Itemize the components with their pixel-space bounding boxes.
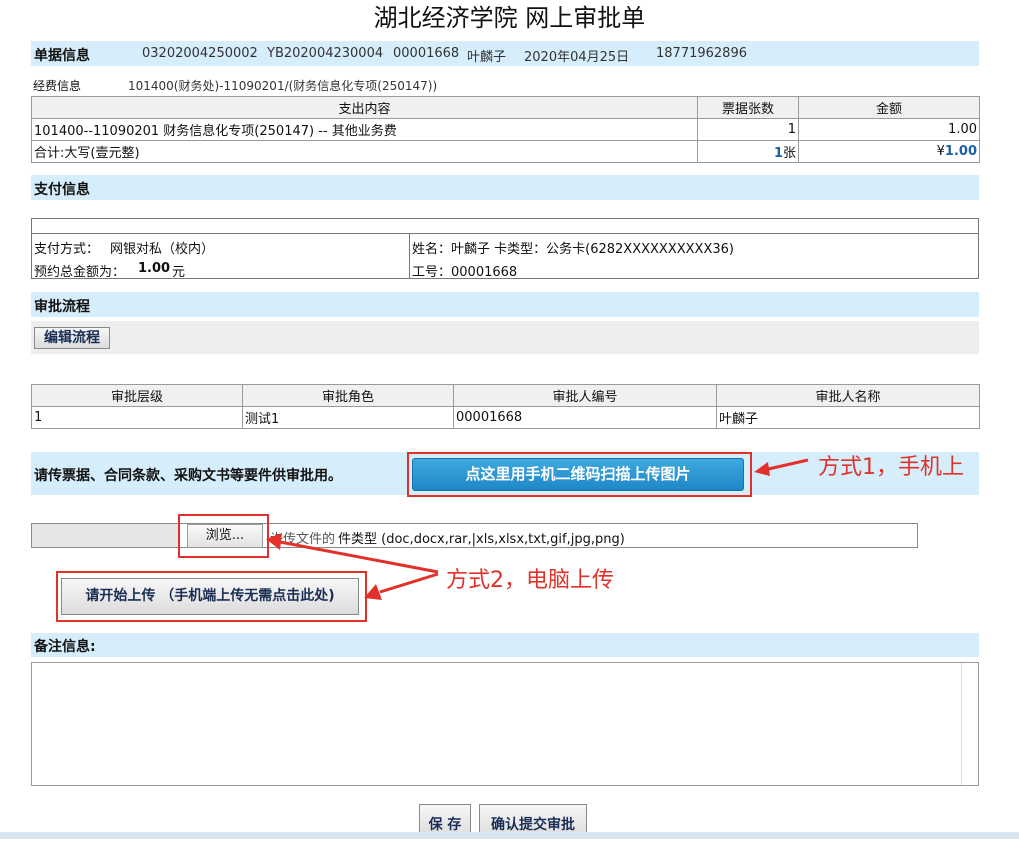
payment-band: 支付信息 — [31, 175, 979, 200]
payment-label: 支付信息 — [34, 182, 90, 198]
expense-table: 支出内容 票据张数 金额 101400--11090201 财务信息化专项(25… — [31, 96, 980, 163]
table-row: 1 测试1 00001668 叶麟子 — [31, 406, 980, 429]
doc-info-band: 单据信息 03202004250002 YB202004230004 00001… — [31, 41, 979, 66]
header-approver-id: 审批人编号 — [453, 384, 717, 407]
approval-level: 1 — [31, 406, 243, 429]
prepay-amount: 1.00 — [138, 261, 171, 276]
pay-method: 网银对私（校内） — [110, 242, 215, 257]
browse-button[interactable]: 浏览... — [187, 524, 263, 548]
header-content: 支出内容 — [31, 96, 698, 119]
header-role: 审批角色 — [242, 384, 454, 407]
edit-flow-button[interactable]: 编辑流程 — [34, 327, 110, 349]
remarks-label: 备注信息: — [34, 639, 96, 655]
arrow-left-icon — [754, 458, 809, 476]
total-amount-cell: ¥1.00 — [798, 140, 980, 163]
funding-value: 101400(财务处)-11090201/(财务信息化专项(250147)) — [128, 79, 438, 93]
upload-prompt: 请传票据、合同条款、采购文书等要件供审批用。 — [34, 468, 342, 484]
file-path-field[interactable] — [32, 524, 180, 547]
total-amount: 1.00 — [944, 144, 977, 159]
header-approver-name: 审批人名称 — [716, 384, 980, 407]
page-title: 湖北经济学院 网上审批单 — [373, 4, 646, 32]
qr-upload-button[interactable]: 点这里用手机二维码扫描上传图片 — [412, 458, 744, 491]
file-input-row: 许传文件的 件类型 (doc,docx,rar,|xls,xlsx,txt,gi… — [31, 523, 918, 548]
approver-name: 叶麟子 — [716, 406, 980, 429]
approver-id: 00001668 — [453, 406, 717, 429]
scrollbar-track — [961, 663, 962, 785]
total-count-unit: 张 — [782, 146, 796, 161]
table-header-row: 支出内容 票据张数 金额 — [31, 96, 980, 119]
doc-info-label: 单据信息 — [34, 48, 90, 64]
payee-info: 姓名：叶麟子 卡类型：公务卡(6282XXXXXXXXXX36) — [412, 242, 734, 257]
doc-date: 2020年04月25日 — [524, 50, 630, 65]
table-header-row: 审批层级 审批角色 审批人编号 审批人名称 — [31, 384, 980, 407]
remarks-textarea[interactable] — [31, 662, 979, 786]
prepay-label: 预约总金额为： — [34, 265, 126, 280]
approval-role: 测试1 — [242, 406, 454, 429]
payment-box: 支付方式： 网银对私（校内） 预约总金额为： 1.00 元 姓名：叶麟子 卡类型… — [31, 218, 979, 280]
phone-number: 18771962896 — [656, 46, 747, 61]
pay-method-label: 支付方式： — [34, 242, 100, 257]
header-level: 审批层级 — [31, 384, 243, 407]
total-row: 合计:大写(壹元整) 1张 ¥1.00 — [31, 140, 980, 163]
page-bottom-edge — [0, 832, 1019, 839]
applicant-name: 叶麟子 — [467, 50, 507, 65]
divider — [409, 233, 410, 278]
annotation-method1: 方式1，手机上 — [818, 455, 964, 480]
divider — [32, 233, 978, 234]
prepay-unit: 元 — [172, 265, 186, 280]
payee-staff-id: 工号：00001668 — [412, 265, 518, 280]
table-row: 101400--11090201 财务信息化专项(250147) -- 其他业务… — [31, 118, 980, 141]
arrow-left-icon — [266, 533, 439, 600]
expense-content: 101400--11090201 财务信息化专项(250147) -- 其他业务… — [31, 118, 698, 141]
total-count-cell: 1张 — [697, 140, 799, 163]
staff-id: 00001668 — [393, 46, 460, 61]
doc-number: 03202004250002 — [142, 46, 258, 61]
approval-label: 审批流程 — [34, 299, 90, 315]
header-count: 票据张数 — [697, 96, 799, 119]
total-count: 1 — [773, 146, 783, 161]
remarks-band: 备注信息: — [31, 633, 979, 657]
funding-label: 经费信息 — [33, 79, 82, 93]
header-amount: 金额 — [798, 96, 980, 119]
voucher-number: YB202004230004 — [267, 46, 384, 61]
expense-amount: 1.00 — [798, 118, 980, 141]
approval-table: 审批层级 审批角色 审批人编号 审批人名称 1 测试1 00001668 叶麟子 — [31, 384, 980, 429]
approval-toolbar: 编辑流程 — [31, 321, 979, 354]
expense-count: 1 — [697, 118, 799, 141]
currency-symbol: ¥ — [936, 144, 945, 159]
annotation-method2: 方式2，电脑上传 — [446, 568, 614, 593]
approval-band: 审批流程 — [31, 292, 979, 317]
total-label: 合计:大写(壹元整) — [31, 140, 698, 163]
